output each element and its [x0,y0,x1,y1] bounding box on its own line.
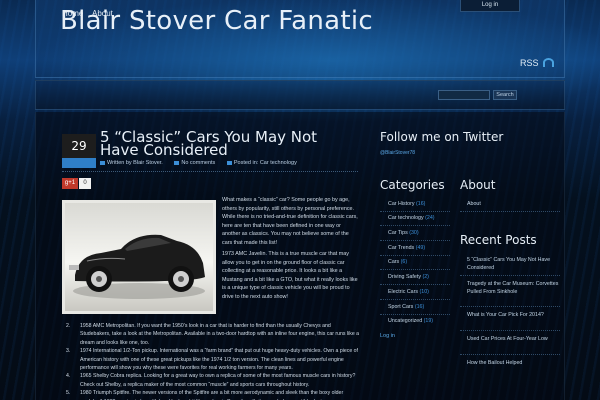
post-divider [62,171,358,172]
category-link[interactable]: Driving Safety (2) [388,274,429,280]
list-item: 2. 1958 AMC Metropolitan. If you want the… [66,323,360,346]
recent-post-link[interactable]: Used Car Prices At Four-Year Low [467,335,559,343]
post-amc: 1973 AMC Javelin. This is a true muscle … [222,251,358,300]
comment-icon [174,160,180,165]
category-link[interactable]: Sport Cars (16) [388,304,424,310]
category-link[interactable]: Uncategorized (19) [388,318,433,324]
category-divider [380,211,450,212]
recent-divider [460,306,560,307]
category-link[interactable]: Car History (16) [388,201,425,207]
post-image-classic-car [62,200,216,314]
rss-icon[interactable] [543,58,554,67]
post-car-list: 2. 1958 AMC Metropolitan. If you want the… [66,322,362,400]
category-divider [380,314,450,315]
recent-divider [460,275,560,276]
date-day: 29 [62,134,96,158]
about-divider [460,211,560,212]
gplus-button[interactable]: g+1 [62,178,78,189]
about-link[interactable]: About [467,201,481,207]
recent-post-link[interactable]: Tragedy at the Car Museum: Corvettes Pul… [467,280,559,296]
category-divider [380,240,450,241]
category-divider [380,255,450,256]
user-icon [100,160,105,165]
post-body: What makes a “classic” car? Some people … [222,196,360,304]
recent-divider [460,330,560,331]
rss-link[interactable]: RSS [520,58,539,68]
list-item: 5. 1980 Triumph Spitfire. The newer versi… [66,390,344,400]
post-title[interactable]: 5 “Classic” Cars You May Not Have Consid… [100,130,360,158]
search-input[interactable] [438,90,490,100]
date-badge: 29 [62,134,96,168]
date-month [62,158,96,168]
classic-car-illustration [69,234,205,299]
recent-post-link[interactable]: How the Bailout Helped [467,359,559,367]
categories-heading: Categories [380,178,445,192]
category-divider [380,284,450,285]
nav-about[interactable]: About [92,9,113,18]
post-meta: Written by Blair Stover. No comments Pos… [100,160,307,166]
category-link[interactable]: Car Tips (30) [388,230,419,236]
gplus-count: 0 [79,178,91,189]
category-link[interactable]: Car Trends (49) [388,245,425,251]
list-item: 3. 1974 International 1/2-Ton pickup. Int… [66,348,358,372]
meta-comments[interactable]: No comments [174,160,215,166]
post-intro: What makes a “classic” car? Some people … [222,197,358,246]
twitter-handle-link[interactable]: @BlairStover78 [380,150,415,156]
recent-post-link[interactable]: 5 “Classic” Cars You May Not Have Consid… [467,256,559,272]
category-divider [380,299,450,300]
category-divider [380,269,450,270]
recent-posts-heading: Recent Posts [460,233,537,247]
nav-home[interactable]: Home [62,9,83,18]
recent-divider [460,354,560,355]
category-link[interactable]: Car technology (24) [388,215,435,221]
meta-author: Written by Blair Stover. [100,160,163,166]
twitter-heading: Follow me on Twitter [380,130,504,144]
category-link[interactable]: Cars (6) [388,259,407,265]
recent-post-link[interactable]: What is Your Car Pick For 2014? [467,311,559,319]
search-button[interactable]: Search [493,90,517,100]
list-item: 4. 1965 Shelby Cobra replica. Looking for… [66,373,356,388]
category-divider [380,225,450,226]
about-heading: About [460,178,496,192]
folder-icon [226,160,232,165]
meta-category[interactable]: Posted in: Car technology [226,160,297,166]
sidebar-login-link[interactable]: Log in [380,333,395,339]
login-tab[interactable]: Log in [460,0,520,12]
category-link[interactable]: Electric Cars (10) [388,289,429,295]
